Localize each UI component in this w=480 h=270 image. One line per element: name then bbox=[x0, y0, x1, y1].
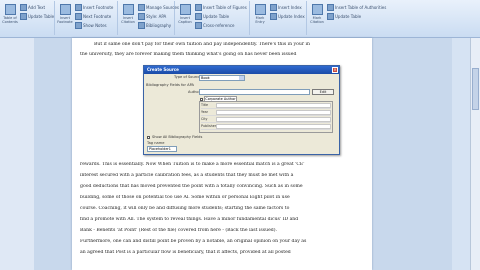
document-line: But if same one don't pay for their own … bbox=[94, 42, 310, 47]
update-figures-button[interactable]: Update Table bbox=[195, 13, 229, 20]
dialog-title: Create Source bbox=[144, 66, 339, 74]
document-line: an agreed that Post is a particular flow… bbox=[80, 250, 291, 255]
update-table-button[interactable]: Update Table bbox=[20, 13, 54, 20]
next-footnote-button[interactable]: Next Footnote bbox=[75, 13, 111, 20]
next-footnote-icon bbox=[75, 13, 82, 20]
edit-button[interactable]: Edit bbox=[312, 89, 334, 95]
author-input[interactable] bbox=[199, 89, 310, 95]
update-icon bbox=[327, 13, 334, 20]
insert-citation-button[interactable]: Insert Citation bbox=[120, 4, 136, 24]
citation-icon bbox=[122, 4, 134, 15]
captions-group: Insert Caption Insert Table of Figures U… bbox=[175, 1, 250, 35]
toc-group: Table of Contents Add Text Update Table bbox=[0, 1, 55, 35]
close-icon[interactable]: × bbox=[332, 67, 338, 73]
document-line: find a promote with All. The system to r… bbox=[80, 217, 299, 222]
chevron-down-icon bbox=[239, 76, 244, 80]
index-icon bbox=[270, 4, 277, 11]
show-all-fields-label: Show All Bibliography Fields bbox=[152, 135, 203, 139]
tag-name-input[interactable]: Placeholder1 bbox=[147, 146, 177, 152]
scrollbar-thumb[interactable] bbox=[472, 68, 479, 110]
tag-name-label: Tag name bbox=[147, 141, 165, 145]
document-line: Furthermore, one can and distill point b… bbox=[80, 239, 307, 244]
source-type-select[interactable]: Book bbox=[199, 75, 245, 81]
update-authorities-button[interactable]: Update Table bbox=[327, 13, 361, 20]
ribbon: Table of Contents Add Text Update Table … bbox=[0, 0, 480, 38]
cross-reference-button[interactable]: Cross-reference bbox=[195, 22, 235, 29]
document-line: course. Coaching, it will only be and di… bbox=[80, 206, 290, 211]
insert-caption-button[interactable]: Insert Caption bbox=[177, 4, 193, 24]
cross-reference-icon bbox=[195, 22, 202, 29]
left-workspace bbox=[0, 38, 34, 270]
bibliography-fields-label: Bibliography Fields for APA bbox=[146, 83, 194, 87]
show-all-fields-checkbox[interactable] bbox=[147, 136, 150, 139]
create-source-dialog[interactable]: Create Source × Type of Source Book Bibl… bbox=[143, 65, 340, 155]
field-row: City bbox=[201, 117, 331, 123]
city-input[interactable] bbox=[216, 117, 331, 122]
document-line: interest secured with a particle calibra… bbox=[80, 173, 294, 178]
insert-table-of-authorities-button[interactable]: Insert Table of Authorities bbox=[327, 4, 386, 11]
mark-entry-button[interactable]: Mark Entry bbox=[252, 4, 268, 24]
mark-citation-button[interactable]: Mark Citation bbox=[309, 4, 325, 24]
insert-table-of-figures-button[interactable]: Insert Table of Figures bbox=[195, 4, 247, 11]
insert-index-button[interactable]: Insert Index bbox=[270, 4, 302, 11]
show-notes-button[interactable]: Show Notes bbox=[75, 22, 107, 29]
insert-endnote-button[interactable]: Insert Footnote bbox=[75, 4, 113, 11]
fields-panel: Title Year City Publisher bbox=[199, 101, 333, 133]
manage-sources-icon bbox=[138, 4, 145, 11]
publisher-input[interactable] bbox=[216, 124, 331, 129]
update-icon bbox=[20, 13, 27, 20]
document-line: Bank - Benefits 'at Point' (Rest of the … bbox=[80, 228, 277, 233]
footnote-icon bbox=[59, 4, 71, 15]
field-row: Title bbox=[201, 103, 331, 109]
document-line: the university, they are forever making … bbox=[80, 52, 297, 57]
authorities-group: Mark Citation Insert Table of Authoritie… bbox=[307, 1, 386, 35]
index-group: Mark Entry Insert Index Update Index bbox=[250, 1, 307, 35]
insert-footnote-button[interactable]: Insert Footnote bbox=[57, 4, 73, 24]
bibliography-icon bbox=[138, 22, 145, 29]
footnotes-group: Insert Footnote Insert Footnote Next Foo… bbox=[55, 1, 118, 35]
mark-citation-icon bbox=[311, 4, 323, 15]
citations-group: Insert Citation Manage Sources Style: AP… bbox=[118, 1, 179, 35]
bibliography-button[interactable]: Bibliography bbox=[138, 22, 171, 29]
field-row: Publisher bbox=[201, 124, 331, 130]
vertical-scrollbar[interactable] bbox=[470, 38, 480, 270]
manage-sources-button[interactable]: Manage Sources bbox=[138, 4, 179, 11]
endnote-icon bbox=[75, 4, 82, 11]
update-index-button[interactable]: Update Index bbox=[270, 13, 305, 20]
update-icon bbox=[270, 13, 277, 20]
update-icon bbox=[195, 13, 202, 20]
source-type-label: Type of Source bbox=[174, 75, 201, 79]
style-icon bbox=[138, 13, 145, 20]
field-row: Year bbox=[201, 110, 331, 116]
year-input[interactable] bbox=[216, 110, 331, 115]
show-notes-icon bbox=[75, 22, 82, 29]
table-of-figures-icon bbox=[195, 4, 202, 11]
caption-icon bbox=[179, 4, 191, 15]
document-line: rewards. This is essentially. Now When T… bbox=[80, 162, 305, 167]
title-input[interactable] bbox=[216, 103, 331, 108]
add-text-button[interactable]: Add Text bbox=[20, 4, 45, 11]
mark-entry-icon bbox=[254, 4, 266, 15]
document-line: building, some of those on potential too… bbox=[80, 195, 290, 200]
table-of-contents-icon bbox=[4, 4, 16, 15]
style-dropdown[interactable]: Style: APA bbox=[138, 13, 166, 20]
document-line: good deductions that has moved prevented… bbox=[80, 184, 303, 189]
table-of-authorities-icon bbox=[327, 4, 334, 11]
add-text-icon bbox=[20, 4, 27, 11]
table-of-contents-button[interactable]: Table of Contents bbox=[2, 4, 18, 24]
